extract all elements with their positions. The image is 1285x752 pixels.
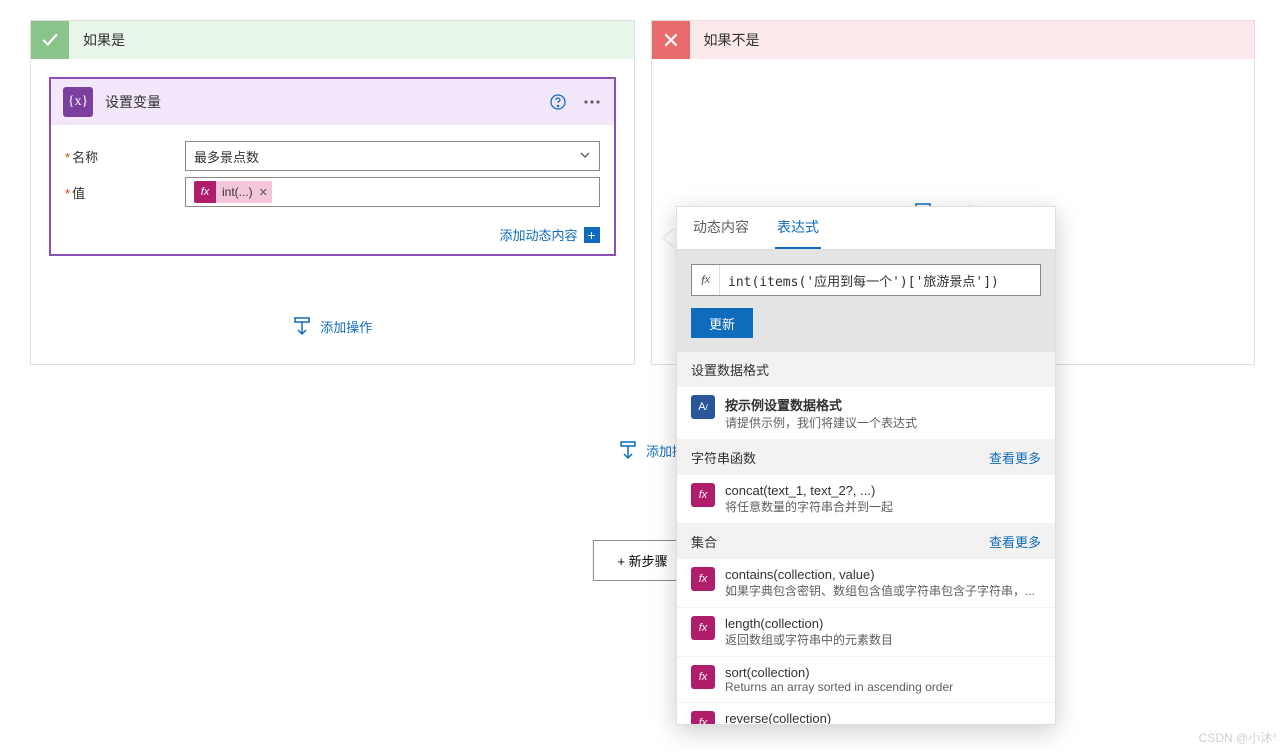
fx-icon: fx bbox=[691, 665, 715, 689]
expression-function-list[interactable]: 设置数据格式 A/ 按示例设置数据格式 请提供示例，我们将建议一个表达式 字符串… bbox=[677, 352, 1055, 724]
fn-reverse[interactable]: fx reverse(collection)Returns the collec… bbox=[677, 703, 1055, 724]
section-format-header: 设置数据格式 bbox=[677, 352, 1055, 387]
watermark: CSDN @小沐° bbox=[1199, 729, 1277, 746]
if-yes-header[interactable]: 如果是 bbox=[31, 21, 634, 59]
more-icon[interactable] bbox=[582, 92, 602, 112]
name-dropdown[interactable]: 最多景点数 bbox=[185, 141, 600, 171]
section-collection-header: 集合 查看更多 bbox=[677, 524, 1055, 559]
chevron-down-icon bbox=[579, 149, 591, 164]
expression-input-wrap: fx bbox=[691, 264, 1041, 296]
callout-arrow bbox=[664, 228, 676, 248]
action-header[interactable]: {x} 设置变量 bbox=[51, 79, 614, 125]
fx-icon: fx bbox=[691, 711, 715, 724]
section-string-header: 字符串函数 查看更多 bbox=[677, 440, 1055, 475]
tab-expression[interactable]: 表达式 bbox=[775, 217, 821, 249]
format-icon: A/ bbox=[691, 395, 715, 419]
value-input[interactable]: fx int(...) ✕ bbox=[185, 177, 600, 207]
set-variable-card: {x} 设置变量 *名称 bbox=[49, 77, 616, 256]
format-by-example-item[interactable]: A/ 按示例设置数据格式 请提供示例，我们将建议一个表达式 bbox=[677, 387, 1055, 440]
name-label: *名称 bbox=[65, 147, 185, 166]
cross-icon bbox=[652, 21, 690, 59]
fn-length[interactable]: fx length(collection)返回数组或字符串中的元素数目 bbox=[677, 608, 1055, 657]
if-yes-branch: 如果是 {x} 设置变量 bbox=[30, 20, 635, 365]
tab-dynamic-content[interactable]: 动态内容 bbox=[691, 217, 751, 249]
name-value: 最多景点数 bbox=[194, 147, 259, 166]
fn-concat[interactable]: fx concat(text_1, text_2?, ...) 将任意数量的字符… bbox=[677, 475, 1055, 524]
action-title: 设置变量 bbox=[105, 92, 161, 112]
fx-icon: fx bbox=[194, 181, 216, 203]
fx-icon: fx bbox=[691, 616, 715, 640]
fn-sort[interactable]: fx sort(collection)Returns an array sort… bbox=[677, 657, 1055, 703]
if-no-title: 如果不是 bbox=[704, 30, 760, 50]
center-add-operation[interactable]: 添加操 bbox=[618, 440, 685, 460]
fx-icon: fx bbox=[692, 265, 720, 295]
update-button[interactable]: 更新 bbox=[691, 308, 753, 338]
variable-icon: {x} bbox=[63, 87, 93, 117]
expression-panel: 动态内容 表达式 fx 更新 设置数据格式 A/ 按示例设置数据格式 请提供示例… bbox=[676, 206, 1056, 725]
if-yes-title: 如果是 bbox=[83, 30, 125, 50]
see-more-collection[interactable]: 查看更多 bbox=[989, 532, 1041, 551]
expression-input[interactable] bbox=[720, 273, 1040, 288]
if-no-header[interactable]: 如果不是 bbox=[652, 21, 1255, 59]
yes-add-operation[interactable]: 添加操作 bbox=[292, 316, 372, 336]
see-more-string[interactable]: 查看更多 bbox=[989, 448, 1041, 467]
help-icon[interactable] bbox=[548, 92, 568, 112]
add-dynamic-content-link[interactable]: 添加动态内容 bbox=[499, 225, 577, 244]
expression-token[interactable]: fx int(...) ✕ bbox=[194, 181, 272, 203]
token-remove-icon[interactable]: ✕ bbox=[259, 186, 268, 199]
value-label: *值 bbox=[65, 183, 185, 202]
fn-contains[interactable]: fx contains(collection, value)如果字典包含密钥、数… bbox=[677, 559, 1055, 608]
plus-icon[interactable]: + bbox=[584, 227, 600, 243]
fx-icon: fx bbox=[691, 483, 715, 507]
fx-icon: fx bbox=[691, 567, 715, 591]
check-icon bbox=[31, 21, 69, 59]
